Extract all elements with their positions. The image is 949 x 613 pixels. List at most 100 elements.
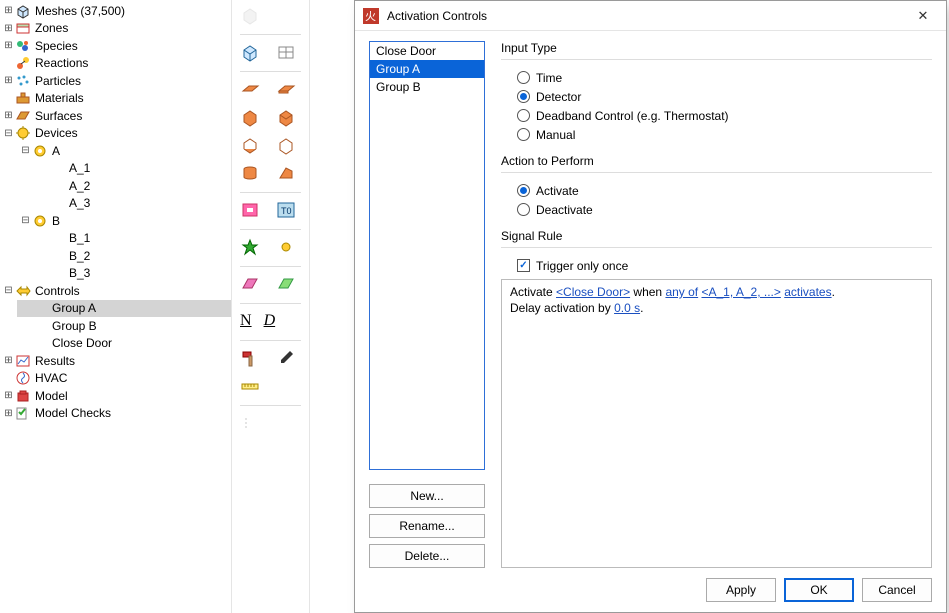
tool-grid-icon[interactable]: [276, 42, 296, 62]
tree-device-b2[interactable]: B_2: [34, 247, 231, 265]
radio-deadband[interactable]: Deadband Control (e.g. Thermostat): [517, 106, 932, 125]
expand-icon[interactable]: ⊞: [2, 2, 15, 19]
hvac-icon: [15, 370, 31, 386]
tree-control-group-a[interactable]: Group A: [17, 300, 231, 318]
tree-surfaces[interactable]: ⊞ Surfaces: [0, 107, 231, 125]
tree-model-checks[interactable]: ⊞ Model Checks: [0, 405, 231, 423]
tree-device-b3[interactable]: B_3: [34, 265, 231, 283]
expand-icon[interactable]: ⊞: [2, 387, 15, 404]
tree-device-b[interactable]: ⊟ B: [17, 212, 231, 230]
tool-box2-icon[interactable]: [276, 107, 296, 127]
expand-icon[interactable]: ⊞: [2, 352, 15, 369]
tool-room2-icon[interactable]: [276, 135, 296, 155]
close-button[interactable]: ✕: [908, 1, 938, 31]
radio-manual[interactable]: Manual: [517, 125, 932, 144]
activation-controls-dialog: Activation Controls ✕ Close Door Group A…: [354, 0, 947, 613]
tree-devices[interactable]: ⊟ Devices: [0, 125, 231, 143]
tree-label: B_2: [69, 249, 90, 263]
tree-zones[interactable]: ⊞ Zones: [0, 20, 231, 38]
radio-time[interactable]: Time: [517, 68, 932, 87]
controls-listbox[interactable]: Close Door Group A Group B: [369, 41, 485, 470]
reactions-icon: [15, 55, 31, 71]
expand-icon[interactable]: ⊞: [2, 72, 15, 89]
tool-plane-green-icon[interactable]: [276, 274, 296, 294]
tree-device-a[interactable]: ⊟ A: [17, 142, 231, 160]
rule-link-anyof[interactable]: any of: [665, 285, 698, 299]
tool-t0-icon[interactable]: T0: [276, 200, 296, 220]
tree-device-a2[interactable]: A_2: [34, 177, 231, 195]
tree-reactions[interactable]: Reactions: [0, 55, 231, 73]
ok-button[interactable]: OK: [784, 578, 854, 602]
model-tree[interactable]: ⊞ Meshes (37,500) ⊞ Zones ⊞ Species: [0, 0, 232, 613]
mesh-icon: [15, 3, 31, 19]
tree-hvac[interactable]: HVAC: [0, 370, 231, 388]
tool-eyedropper-icon[interactable]: [276, 348, 296, 368]
tree-label: B_1: [69, 231, 90, 245]
tool-n-icon[interactable]: N: [240, 312, 252, 330]
apply-button[interactable]: Apply: [706, 578, 776, 602]
tree-model[interactable]: ⊞ Model: [0, 387, 231, 405]
radio-activate[interactable]: Activate: [517, 181, 932, 200]
tree-results[interactable]: ⊞ Results: [0, 352, 231, 370]
tree-control-group-b[interactable]: Group B: [17, 317, 231, 335]
tree-device-b1[interactable]: B_1: [34, 230, 231, 248]
list-item[interactable]: Group A: [370, 60, 484, 78]
surfaces-icon: [15, 108, 31, 124]
tool-box-icon[interactable]: [240, 107, 260, 127]
tree-label: Close Door: [52, 336, 112, 350]
tree-species[interactable]: ⊞ Species: [0, 37, 231, 55]
tool-slab-icon[interactable]: [240, 79, 260, 99]
tool-hammer-icon[interactable]: [240, 348, 260, 368]
tool-slab2-icon[interactable]: [276, 79, 296, 99]
radio-detector[interactable]: Detector: [517, 87, 932, 106]
tree-device-a1[interactable]: A_1: [34, 160, 231, 178]
radio-label: Deadband Control (e.g. Thermostat): [536, 109, 729, 123]
tree-device-a3[interactable]: A_3: [34, 195, 231, 213]
rule-link-delay[interactable]: 0.0 s: [614, 301, 640, 315]
tree-label: Reactions: [35, 56, 88, 70]
section-signal-rule: Signal Rule: [501, 229, 932, 243]
tool-sprinkler-icon[interactable]: [276, 237, 296, 257]
expand-icon[interactable]: ⊞: [2, 20, 15, 37]
tree-label: A_3: [69, 196, 90, 210]
collapse-icon[interactable]: ⊟: [2, 125, 15, 142]
tool-room-icon[interactable]: [240, 135, 260, 155]
tool-device-icon[interactable]: [240, 237, 260, 257]
rule-link-devices[interactable]: <A_1, A_2, ...>: [701, 285, 780, 299]
tool-handle-icon[interactable]: [240, 413, 260, 433]
list-item[interactable]: Close Door: [370, 42, 484, 60]
rule-link-target[interactable]: <Close Door>: [556, 285, 630, 299]
tree-particles[interactable]: ⊞ Particles: [0, 72, 231, 90]
rename-button[interactable]: Rename...: [369, 514, 485, 538]
trigger-once-checkbox[interactable]: Trigger only once: [517, 256, 932, 275]
tool-hole-icon[interactable]: [240, 200, 260, 220]
cancel-button[interactable]: Cancel: [862, 578, 932, 602]
rule-text: Activate: [510, 285, 556, 299]
tree-materials[interactable]: Materials: [0, 90, 231, 108]
collapse-icon[interactable]: ⊟: [2, 282, 15, 299]
tree-controls[interactable]: ⊟ Controls: [0, 282, 231, 300]
tool-plane-pink-icon[interactable]: [240, 274, 260, 294]
tree-meshes[interactable]: ⊞ Meshes (37,500): [0, 2, 231, 20]
tree-control-close-door[interactable]: Close Door: [17, 335, 231, 353]
radio-deactivate[interactable]: Deactivate: [517, 200, 932, 219]
expand-icon[interactable]: ⊞: [2, 37, 15, 54]
radio-label: Time: [536, 71, 562, 85]
collapse-icon[interactable]: ⊟: [19, 212, 32, 229]
new-button[interactable]: New...: [369, 484, 485, 508]
tool-ruler-icon[interactable]: [240, 376, 260, 396]
delete-button[interactable]: Delete...: [369, 544, 485, 568]
list-item[interactable]: Group B: [370, 78, 484, 96]
collapse-icon[interactable]: ⊟: [19, 142, 32, 159]
expand-icon[interactable]: ⊞: [2, 107, 15, 124]
rule-link-verb[interactable]: activates: [784, 285, 831, 299]
expand-icon[interactable]: ⊞: [2, 405, 15, 422]
tool-3d-icon[interactable]: [240, 5, 260, 25]
tool-wedge-icon[interactable]: [276, 163, 296, 183]
tool-mesh-icon[interactable]: [240, 42, 260, 62]
titlebar[interactable]: Activation Controls ✕: [355, 1, 946, 31]
tool-d-icon[interactable]: D: [264, 312, 276, 330]
radio-icon: [517, 71, 530, 84]
tool-cylinder-icon[interactable]: [240, 163, 260, 183]
section-action: Action to Perform: [501, 154, 932, 168]
